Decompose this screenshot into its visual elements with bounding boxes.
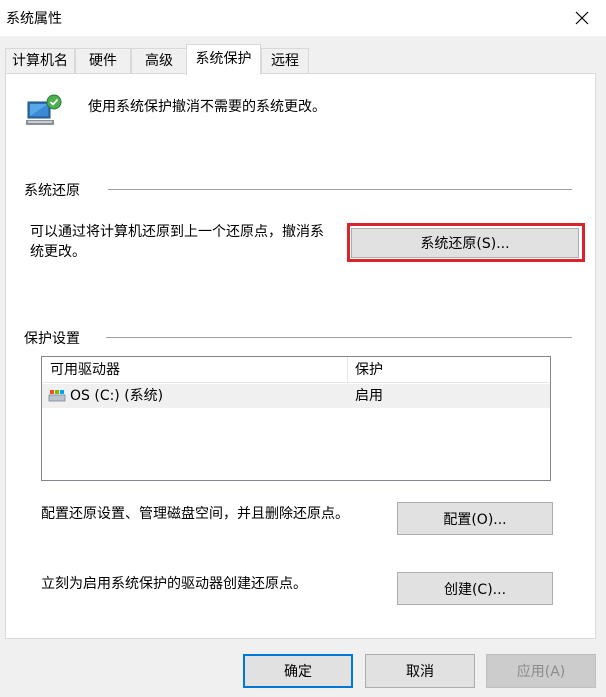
tab-computer-name[interactable]: 计算机名: [5, 48, 75, 74]
restore-separator: [108, 189, 572, 190]
ok-button[interactable]: 确定: [243, 654, 353, 688]
restore-section-label: 系统还原: [24, 183, 80, 199]
column-header-drive[interactable]: 可用驱动器: [42, 357, 347, 383]
drives-list[interactable]: 可用驱动器 保护 OS (C:) (系统) 启用: [41, 356, 551, 481]
restore-description-line1: 可以通过将计算机还原到上一个还原点，撤消系: [30, 224, 324, 240]
protection-separator: [106, 337, 572, 338]
configure-description: 配置还原设置、管理磁盘空间，并且删除还原点。: [41, 506, 349, 522]
computer-shield-icon: [24, 92, 64, 132]
system-restore-button[interactable]: 系统还原(S)...: [351, 228, 579, 258]
tab-panel: 使用系统保护撤消不需要的系统更改。 系统还原 可以通过将计算机还原到上一个还原点…: [5, 73, 596, 639]
create-description: 立刻为启用系统保护的驱动器创建还原点。: [41, 576, 307, 592]
restore-description-line2: 统更改。: [30, 244, 86, 260]
configure-button[interactable]: 配置(O)...: [397, 502, 553, 535]
drive-name: OS (C:) (系统): [70, 388, 164, 404]
close-button[interactable]: [568, 4, 596, 32]
protection-section-label: 保护设置: [24, 331, 80, 347]
create-button[interactable]: 创建(C)...: [397, 572, 553, 605]
tab-system-protection[interactable]: 系统保护: [186, 44, 261, 75]
cancel-button[interactable]: 取消: [365, 654, 475, 688]
drive-protection-status: 启用: [355, 388, 383, 404]
apply-button[interactable]: 应用(A): [486, 654, 596, 688]
drive-row[interactable]: OS (C:) (系统) 启用: [42, 384, 550, 408]
tab-remote[interactable]: 远程: [261, 48, 309, 74]
restore-description: 可以通过将计算机还原到上一个还原点，撤消系 统更改。: [30, 222, 324, 262]
window-title: 系统属性: [6, 11, 62, 27]
tab-advanced[interactable]: 高级: [131, 48, 187, 74]
column-header-protection[interactable]: 保护: [347, 357, 547, 383]
title-bar: 系统属性: [0, 0, 606, 36]
tab-hardware[interactable]: 硬件: [75, 48, 131, 74]
close-icon: [575, 11, 589, 25]
intro-text: 使用系统保护撤消不需要的系统更改。: [88, 99, 326, 115]
drive-icon: [48, 384, 66, 408]
drives-list-header: 可用驱动器 保护: [42, 357, 550, 383]
